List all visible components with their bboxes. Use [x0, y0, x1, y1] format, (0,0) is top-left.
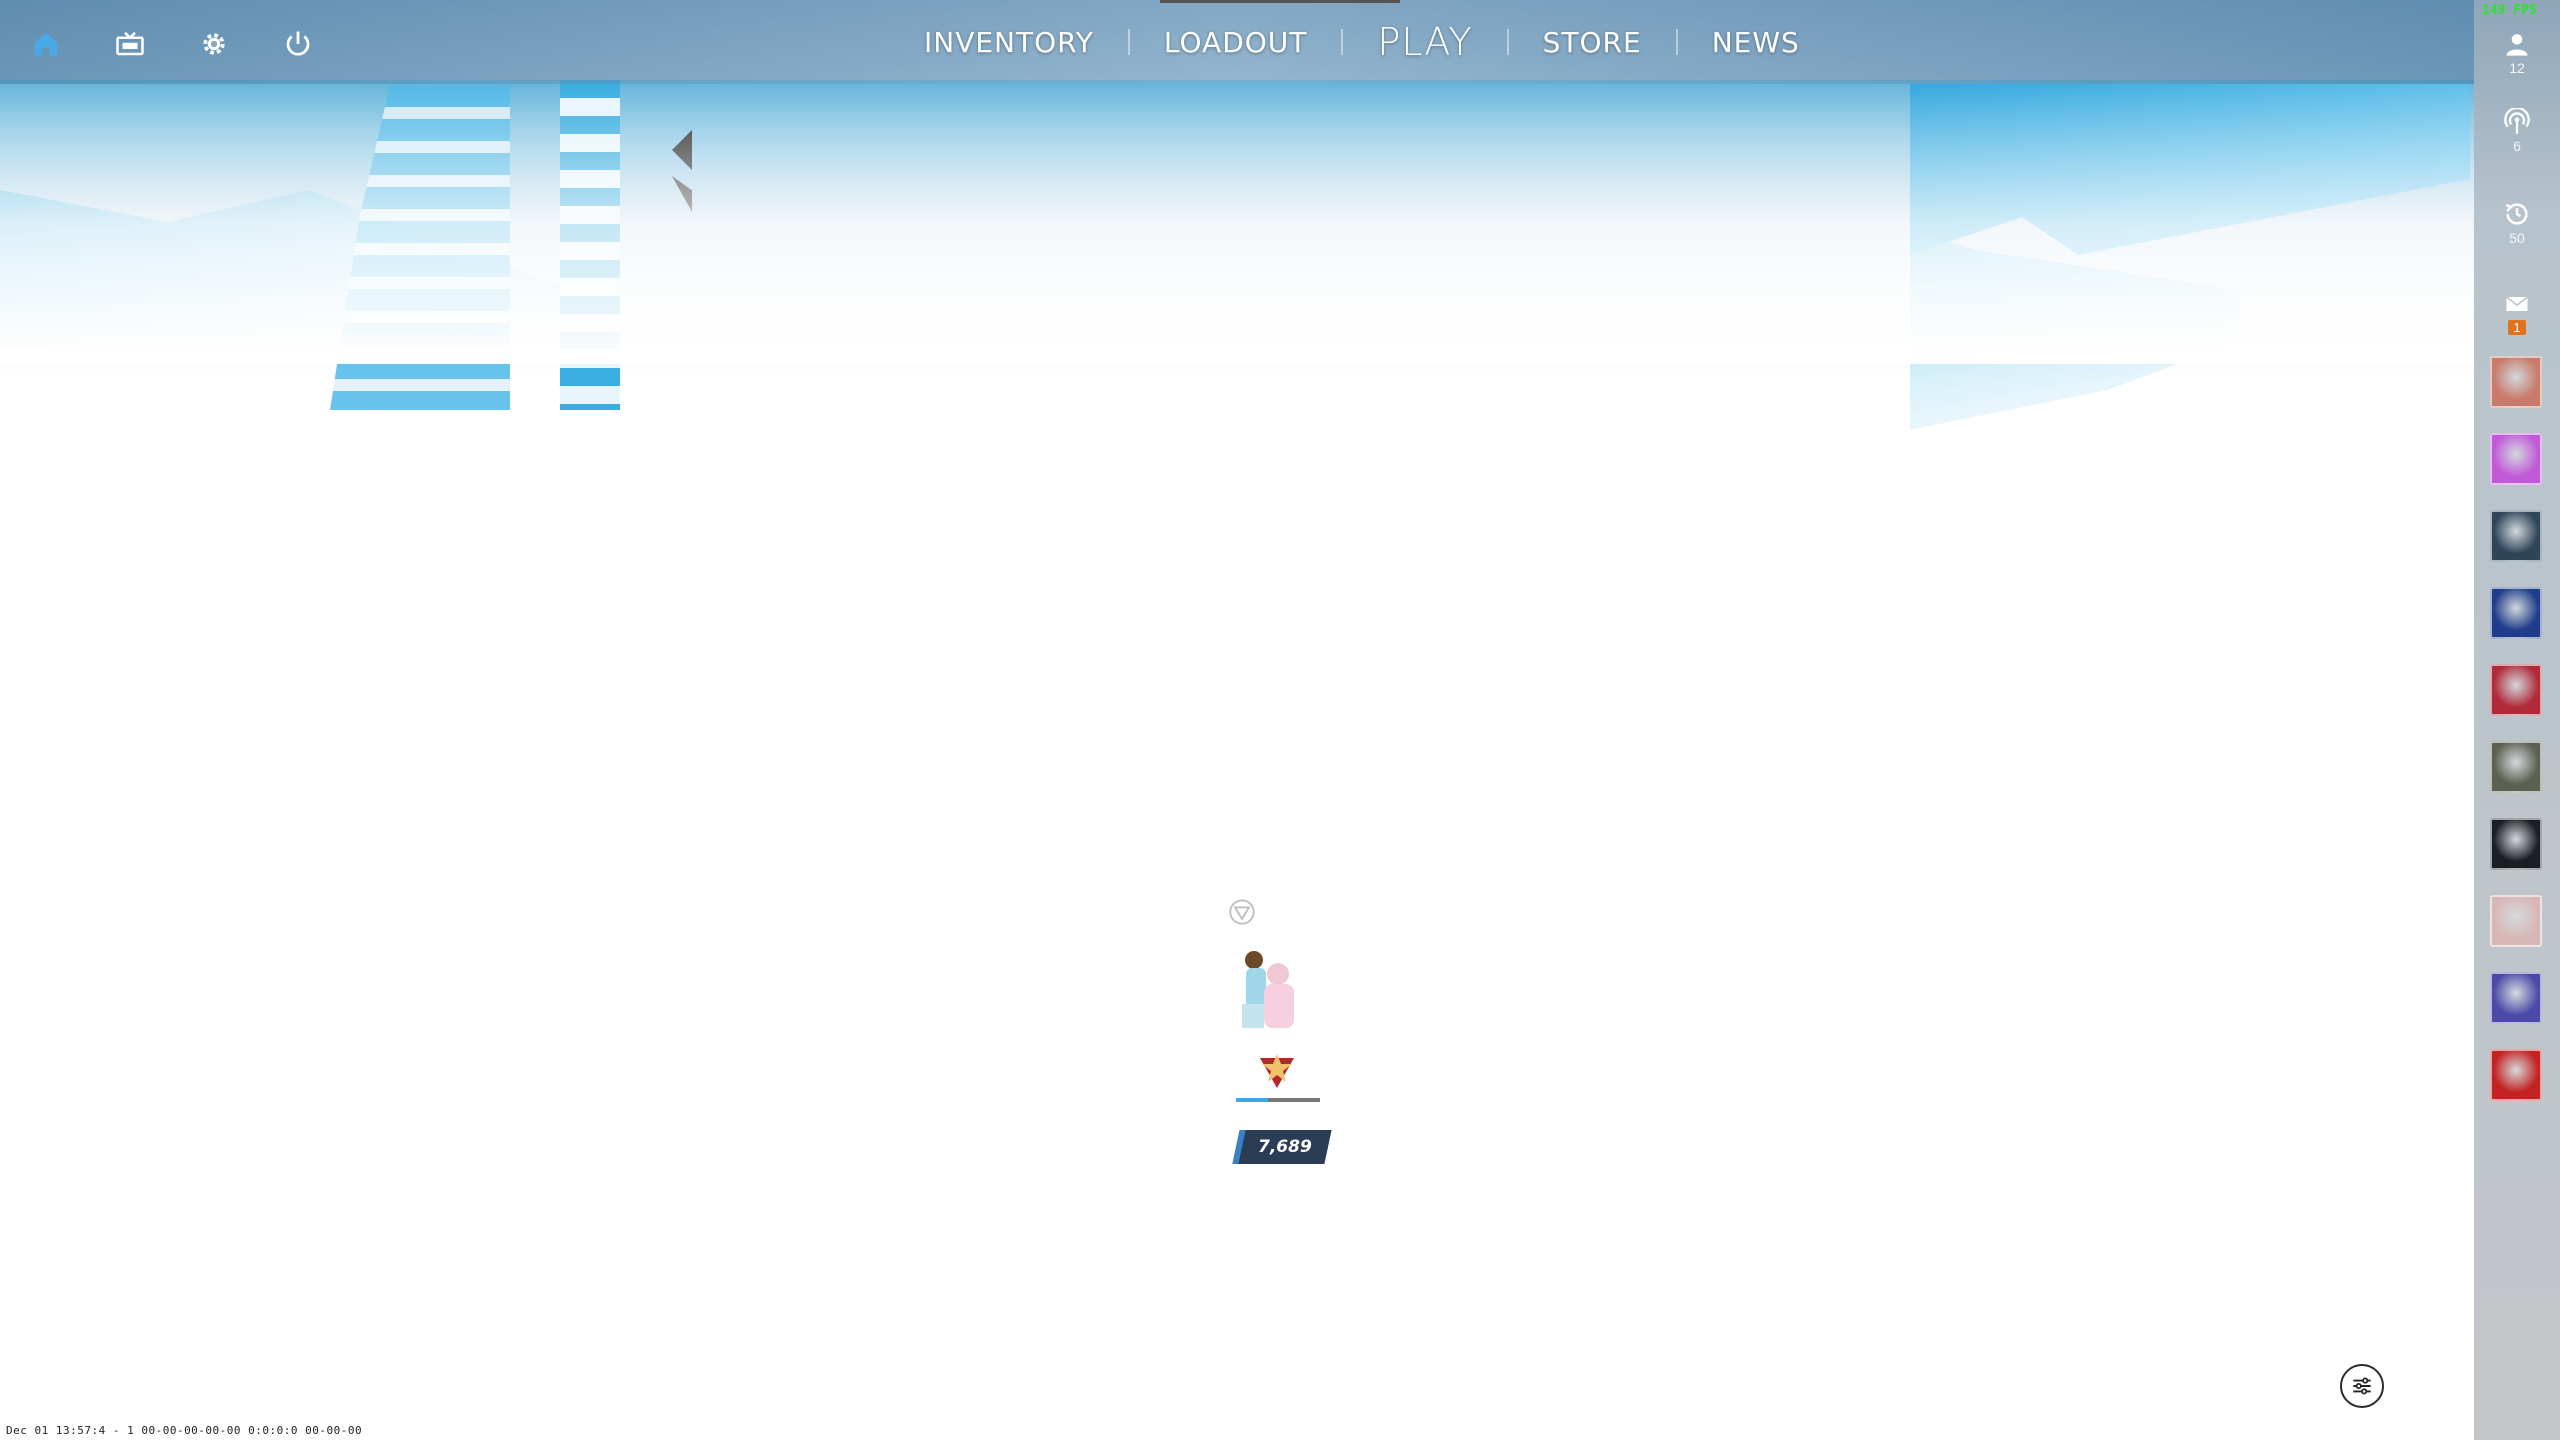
mail-icon: [2505, 296, 2529, 311]
friend-avatar-5[interactable]: [2490, 664, 2542, 716]
broadcast-icon: [2504, 108, 2530, 134]
settings-gear-icon: [203, 33, 225, 55]
friend-avatar-3[interactable]: [2490, 510, 2542, 562]
nav-store[interactable]: STORE: [1509, 26, 1676, 59]
recent-players-button[interactable]: 50: [2474, 200, 2560, 246]
party-emblem-icon: [1228, 898, 1256, 926]
background-scene: [0, 0, 2474, 1440]
points-value: 7,689: [1258, 1137, 1312, 1157]
fps-counter: 149 FPS: [2482, 3, 2537, 18]
mail-count-badge: 1: [2508, 320, 2526, 335]
friend-avatar-10[interactable]: [2490, 1049, 2542, 1101]
person-icon: [2506, 34, 2528, 56]
top-left-icons: [26, 24, 318, 64]
nav-inventory[interactable]: INVENTORY: [890, 26, 1128, 59]
mail-button[interactable]: 1: [2474, 290, 2560, 337]
friend-avatar-8[interactable]: [2490, 895, 2542, 947]
friend-avatar-1[interactable]: [2490, 356, 2542, 408]
tv-button[interactable]: [110, 24, 150, 64]
sliders-icon: [2353, 1377, 2371, 1395]
power-button[interactable]: [278, 24, 318, 64]
player-avatar[interactable]: [1236, 944, 1312, 1030]
settings-button[interactable]: [194, 24, 234, 64]
rank-progress-fill: [1236, 1098, 1268, 1102]
recent-players-count: 50: [2509, 230, 2525, 246]
friend-avatar-6[interactable]: [2490, 741, 2542, 793]
nav-news[interactable]: NEWS: [1678, 26, 1834, 59]
broadcast-count: 6: [2513, 138, 2521, 154]
friends-online-button[interactable]: 12: [2474, 30, 2560, 76]
friend-avatar-9[interactable]: [2490, 972, 2542, 1024]
nav-loadout[interactable]: LOADOUT: [1130, 26, 1342, 59]
filter-settings-button[interactable]: [2340, 1364, 2384, 1408]
friend-avatar-4[interactable]: [2490, 587, 2542, 639]
broadcast-button[interactable]: 6: [2474, 108, 2560, 154]
debug-status-line: Dec 01 13:57:4 - 1 00-00-00-00-00 0:0:0:…: [6, 1424, 363, 1437]
friend-avatar-7[interactable]: [2490, 818, 2542, 870]
home-button[interactable]: [26, 24, 66, 64]
nav-play[interactable]: PLAY: [1343, 20, 1506, 64]
home-icon: [34, 32, 58, 56]
main-nav: INVENTORY LOADOUT PLAY STORE NEWS: [890, 0, 1834, 84]
scene-fade: [0, 84, 2474, 364]
friends-online-count: 12: [2509, 60, 2525, 76]
tv-icon: [116, 31, 144, 56]
history-icon: [2505, 203, 2528, 225]
friend-avatar-2[interactable]: [2490, 433, 2542, 485]
power-icon: [286, 31, 310, 56]
rank-progress-bar: [1236, 1098, 1320, 1102]
rank-badge-icon: [1256, 1050, 1298, 1092]
points-plate: 7,689: [1232, 1130, 1332, 1164]
